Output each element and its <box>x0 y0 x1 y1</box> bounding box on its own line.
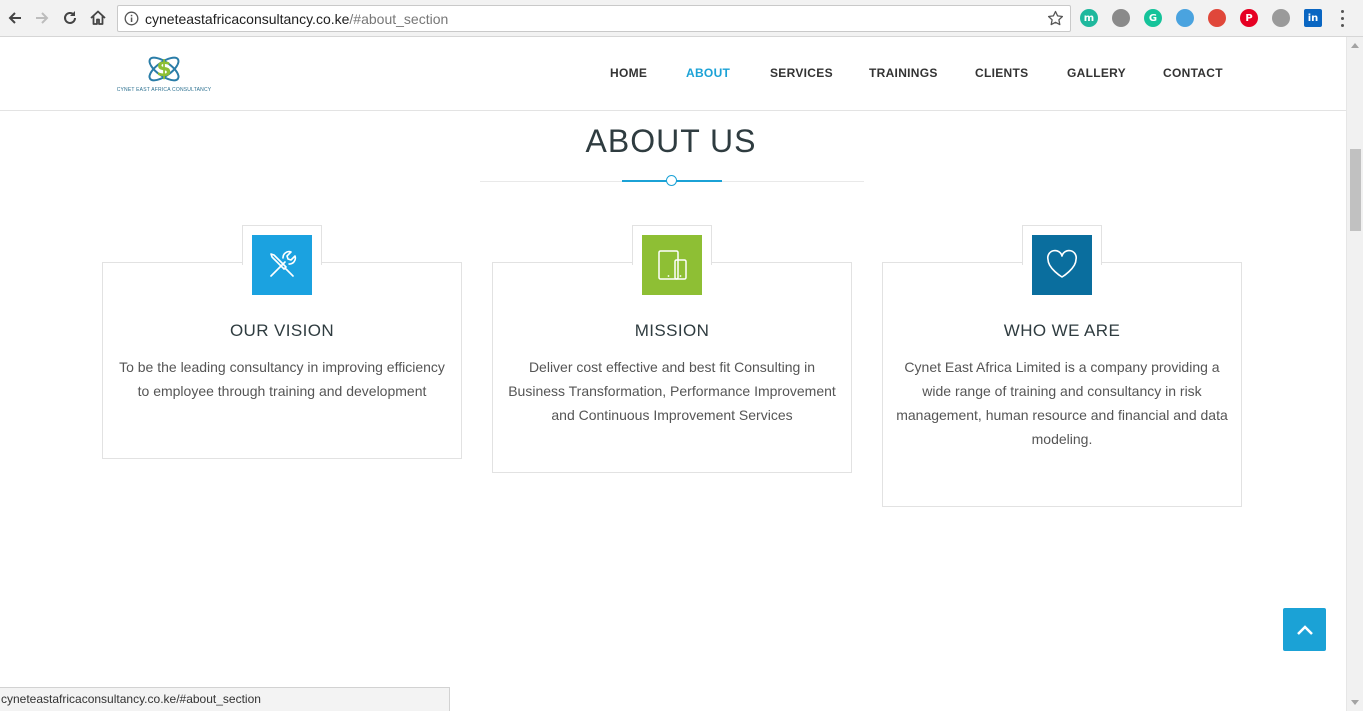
extension-icon[interactable]: in <box>1304 9 1322 27</box>
home-icon[interactable] <box>86 6 110 30</box>
heart-icon <box>1032 235 1092 295</box>
reload-icon[interactable] <box>58 6 82 30</box>
nav-link-home[interactable]: HOME <box>610 66 647 80</box>
title-divider-dot <box>666 175 677 186</box>
scroll-down-icon[interactable] <box>1351 700 1359 705</box>
back-to-top-button[interactable] <box>1283 608 1326 651</box>
extension-icon[interactable]: G <box>1144 9 1162 27</box>
section-title: ABOUT US <box>585 123 757 159</box>
chevron-up-icon <box>1296 624 1313 635</box>
nav-link-contact[interactable]: CONTACT <box>1163 66 1223 80</box>
address-bar[interactable]: cyneteastafricaconsultancy.co.ke/#about_… <box>117 5 1071 32</box>
page-scrollbar[interactable] <box>1346 37 1363 711</box>
card-text: Deliver cost effective and best fit Cons… <box>508 359 836 423</box>
svg-text:$: $ <box>156 57 171 82</box>
nav-link-services[interactable]: SERVICES <box>770 66 833 80</box>
nav-link-trainings[interactable]: TRAININGS <box>869 66 938 80</box>
site-header: $ CYNET EAST AFRICA CONSULTANCY HOME ABOU… <box>0 37 1346 111</box>
devices-icon <box>642 235 702 295</box>
scrollbar-thumb[interactable] <box>1350 149 1361 231</box>
back-icon[interactable] <box>3 6 27 30</box>
extension-icon[interactable]: P <box>1240 9 1258 27</box>
extension-icon[interactable] <box>1176 9 1194 27</box>
browser-toolbar: cyneteastafricaconsultancy.co.ke/#about_… <box>0 0 1363 37</box>
nav-link-about[interactable]: ABOUT <box>686 66 730 80</box>
extension-icon[interactable]: m <box>1080 9 1098 27</box>
extension-icon[interactable] <box>1208 9 1226 27</box>
url-text[interactable]: cyneteastafricaconsultancy.co.ke/#about_… <box>145 11 448 27</box>
extension-icon[interactable] <box>1272 9 1290 27</box>
nav-link-gallery[interactable]: GALLERY <box>1067 66 1126 80</box>
extension-icon[interactable] <box>1112 9 1130 27</box>
card-text: Cynet East Africa Limited is a company p… <box>896 359 1228 447</box>
card-text: To be the leading consultancy in improvi… <box>119 359 445 399</box>
logo-emblem-icon: $ <box>148 56 180 82</box>
tools-icon <box>252 235 312 295</box>
card-title: MISSION <box>634 321 710 340</box>
status-bar: cyneteastafricaconsultancy.co.ke/#about_… <box>0 687 450 711</box>
page-content: $ CYNET EAST AFRICA CONSULTANCY HOME ABOU… <box>0 37 1346 711</box>
star-icon[interactable] <box>1047 10 1064 27</box>
site-logo[interactable]: $ CYNET EAST AFRICA CONSULTANCY <box>108 49 220 99</box>
forward-icon[interactable] <box>30 6 54 30</box>
card-title: WHO WE ARE <box>1003 321 1121 340</box>
info-icon[interactable] <box>124 11 139 26</box>
scroll-up-icon[interactable] <box>1351 43 1359 48</box>
card-title: OUR VISION <box>229 321 335 340</box>
nav-link-clients[interactable]: CLIENTS <box>975 66 1028 80</box>
logo-tagline: CYNET EAST AFRICA CONSULTANCY <box>116 87 212 93</box>
browser-menu-icon[interactable] <box>1341 10 1345 27</box>
